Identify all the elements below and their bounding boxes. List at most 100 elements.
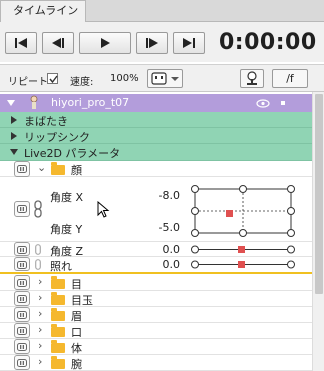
lock-dot-icon[interactable]	[281, 101, 285, 105]
eye-toggle[interactable]	[14, 339, 30, 354]
param-row-blush: 照れ 0.0	[0, 257, 312, 273]
go-to-end-button[interactable]	[173, 32, 205, 54]
param-slider-angle-z[interactable]	[190, 243, 296, 256]
folder-icon	[51, 308, 65, 321]
eye-toggle[interactable]	[14, 291, 30, 306]
folder-icon	[51, 276, 65, 289]
pin-icon	[247, 71, 257, 85]
param-label-angle-x: 角度 X	[50, 191, 84, 204]
unlink-icon[interactable]	[35, 244, 41, 255]
eye-icon	[17, 279, 27, 287]
folder-label: 腕	[71, 358, 82, 371]
visibility-eye-icon[interactable]	[256, 99, 270, 108]
skip-start-icon	[15, 38, 27, 48]
eye-toggle[interactable]	[14, 355, 30, 370]
eye-icon	[17, 205, 27, 213]
param-label-angle-y: 角度 Y	[50, 223, 83, 236]
folder-row[interactable]: › 眉	[0, 307, 312, 323]
check-icon	[49, 75, 58, 84]
eye-icon	[17, 311, 27, 319]
group-row-lipsync[interactable]: リップシンク	[0, 128, 312, 144]
chevron-down-icon[interactable]: ⌄	[37, 161, 46, 174]
eye-toggle[interactable]	[14, 323, 30, 338]
eye-icon	[17, 295, 27, 303]
chevron-right-icon[interactable]: ›	[38, 355, 42, 368]
scrollbar-thumb[interactable]	[315, 94, 323, 294]
eye-toggle[interactable]	[14, 161, 30, 177]
folder-row[interactable]: › 目玉	[0, 291, 312, 307]
folder-icon	[51, 292, 65, 305]
group-row-blink[interactable]: まばたき	[0, 112, 312, 128]
go-to-start-button[interactable]	[5, 32, 37, 54]
slider-key-marker[interactable]	[238, 246, 245, 253]
link-chain-icon[interactable]	[34, 200, 42, 218]
vertical-scrollbar[interactable]	[312, 92, 324, 371]
slider-key-marker[interactable]	[238, 261, 245, 268]
model-track-row[interactable]: hiyori_pro_t07	[0, 94, 312, 112]
repeat-checkbox[interactable]	[47, 73, 58, 84]
folder-row[interactable]: › 目	[0, 275, 312, 291]
expand-icon[interactable]	[11, 116, 17, 124]
eye-icon	[17, 165, 27, 173]
export-button[interactable]	[240, 69, 264, 88]
group-label: リップシンク	[24, 131, 90, 144]
folder-icon	[51, 356, 65, 369]
folder-row-face[interactable]: ⌄ 顔	[0, 161, 312, 177]
unlink-icon[interactable]	[35, 259, 41, 270]
tab-bar: タイムライン	[0, 0, 324, 22]
chevron-right-icon[interactable]: ›	[38, 307, 42, 320]
folder-label: 体	[71, 342, 82, 355]
chevron-right-icon[interactable]: ›	[38, 323, 42, 336]
eye-toggle[interactable]	[14, 201, 30, 217]
tab-timeline[interactable]: タイムライン	[0, 0, 86, 22]
chevron-right-icon[interactable]: ›	[38, 339, 42, 352]
expand-icon[interactable]	[11, 132, 17, 140]
param-value-angle-x[interactable]: -8.0	[140, 189, 180, 202]
folder-label: 口	[71, 326, 82, 339]
eye-toggle[interactable]	[14, 242, 30, 256]
eye-toggle[interactable]	[14, 307, 30, 322]
prev-frame-button[interactable]	[42, 32, 74, 54]
folder-row[interactable]: › 腕	[0, 355, 312, 371]
timecode-display: 0:00:00	[219, 30, 317, 55]
collapse-icon[interactable]	[10, 149, 18, 155]
model-figure-icon	[30, 95, 38, 109]
chevron-right-icon[interactable]: ›	[38, 275, 42, 288]
folder-icon	[51, 340, 65, 353]
xy-parameter-pad[interactable]	[190, 184, 296, 238]
collapse-icon[interactable]	[7, 100, 15, 106]
speed-value[interactable]: 100%	[110, 73, 139, 84]
play-icon	[101, 38, 110, 48]
folder-label: 目	[71, 278, 82, 291]
transport-bar: 0:00:00	[0, 22, 324, 62]
eye-toggle[interactable]	[14, 257, 30, 271]
folder-row[interactable]: › 体	[0, 339, 312, 355]
camera-select-button[interactable]	[147, 69, 183, 88]
next-frame-button[interactable]	[136, 32, 168, 54]
skip-end-icon	[183, 38, 195, 48]
folder-row[interactable]: › 口	[0, 323, 312, 339]
param-value-blush[interactable]: 0.0	[140, 258, 181, 271]
folder-icon	[51, 324, 65, 337]
eye-toggle[interactable]	[14, 275, 30, 290]
xy-key-marker[interactable]	[226, 210, 233, 217]
eye-icon	[17, 261, 27, 269]
frame-rate-button[interactable]: /f	[272, 69, 308, 88]
folder-label: 眉	[71, 310, 82, 323]
group-row-live2d-params[interactable]: Live2D パラメータ	[0, 144, 312, 161]
repeat-label: リピート	[8, 77, 48, 88]
param-row-angle-z: 角度 Z 0.0	[0, 242, 312, 258]
options-bar: リピート 速度: 100% /f	[0, 64, 324, 92]
folder-label: 顔	[71, 164, 82, 177]
folder-label: 目玉	[71, 294, 93, 307]
step-back-icon	[52, 38, 64, 48]
chevron-right-icon[interactable]: ›	[38, 291, 42, 304]
mouse-cursor-icon	[97, 201, 110, 218]
group-label: Live2D パラメータ	[24, 147, 121, 160]
timeline-tracks: hiyori_pro_t07 まばたき リップシンク Live2D パラメータ …	[0, 92, 312, 371]
param-value-angle-z[interactable]: 0.0	[140, 243, 181, 256]
play-button[interactable]	[79, 32, 131, 54]
param-slider-blush[interactable]	[190, 258, 296, 271]
eye-icon	[17, 246, 27, 254]
param-value-angle-y[interactable]: -5.0	[140, 221, 180, 234]
